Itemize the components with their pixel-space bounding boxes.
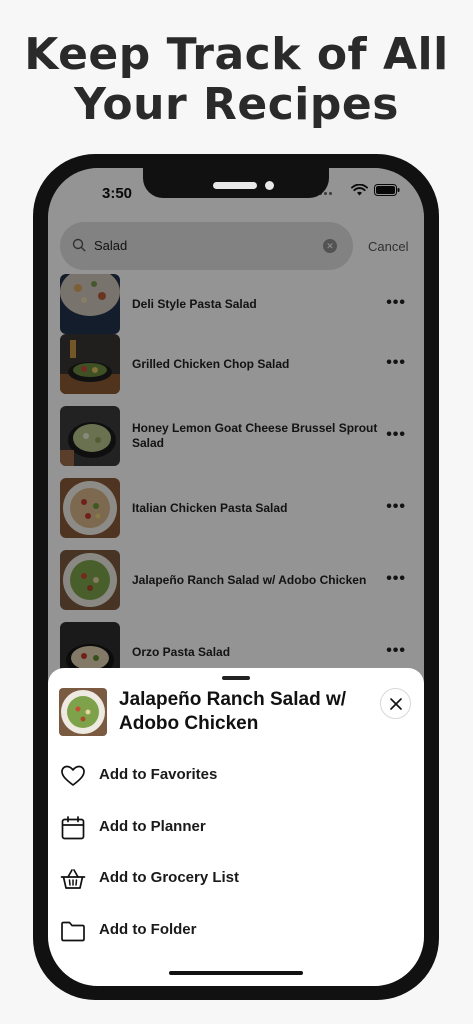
basket-icon — [60, 869, 86, 889]
camera — [265, 181, 274, 190]
add-to-folder-button[interactable]: Add to Folder — [48, 906, 424, 956]
action-label: Add to Planner — [99, 818, 206, 835]
notch — [143, 168, 329, 198]
add-to-grocery-list-button[interactable]: Add to Grocery List — [48, 854, 424, 904]
action-sheet: Jalapeño Ranch Salad w/ Adobo Chicken Ad… — [48, 668, 424, 986]
sheet-grabber[interactable] — [222, 676, 250, 680]
sheet-title: Jalapeño Ranch Salad w/ Adobo Chicken — [119, 689, 347, 734]
action-label: Add to Grocery List — [99, 869, 240, 886]
sheet-recipe-thumbnail — [59, 688, 107, 736]
heart-icon — [61, 765, 85, 786]
home-indicator[interactable] — [169, 971, 303, 975]
action-label: Add to Folder — [99, 921, 197, 938]
add-to-favorites-button[interactable]: Add to Favorites — [48, 751, 424, 801]
folder-icon — [61, 921, 85, 942]
close-button[interactable] — [380, 688, 411, 719]
add-to-planner-button[interactable]: Add to Planner — [48, 803, 424, 853]
speaker — [213, 182, 257, 189]
phone-frame: 3:50 Salad ✕ Cancel Deli Style Pasta Sal… — [33, 154, 439, 1000]
headline: Keep Track of All Your Recipes — [0, 30, 473, 130]
headline-line-1: Keep Track of All — [24, 29, 449, 80]
action-label: Add to Favorites — [99, 766, 218, 783]
phone-screen: 3:50 Salad ✕ Cancel Deli Style Pasta Sal… — [48, 168, 424, 986]
calendar-icon — [61, 816, 85, 840]
close-icon — [390, 698, 402, 710]
headline-line-2: Your Recipes — [74, 79, 399, 130]
